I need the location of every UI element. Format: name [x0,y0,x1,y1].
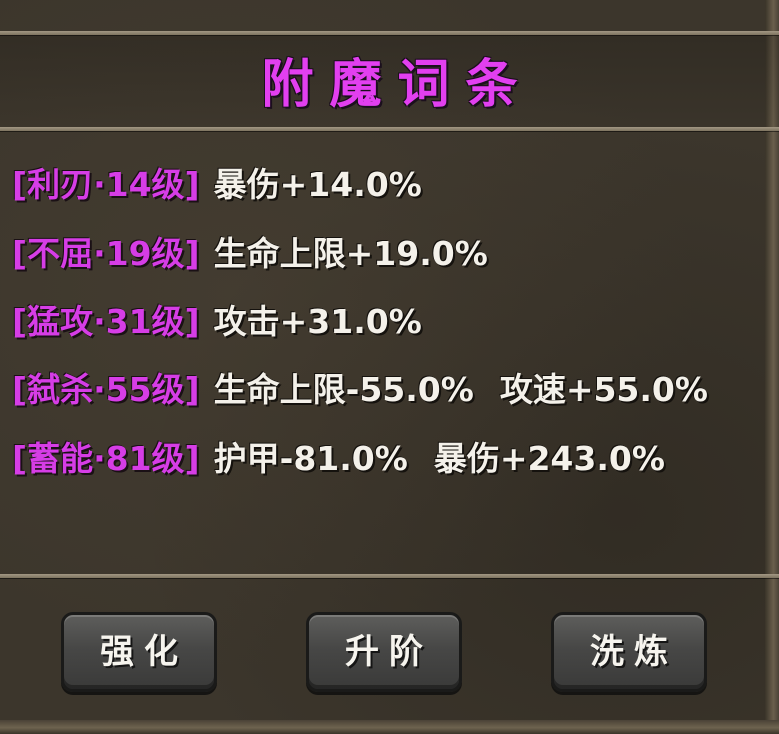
enhance-button[interactable]: 强化 [61,612,217,692]
affix-tag: [蓄能·81级] [12,439,200,478]
upgrade-button[interactable]: 升阶 [306,612,462,692]
affix-effect: 攻击+31.0% [213,302,422,341]
bottom-divider [0,574,779,578]
panel-frame-bottom [0,720,779,734]
reroll-button[interactable]: 洗炼 [551,612,707,692]
affix-tag: [利刃·14级] [12,165,200,204]
title-divider [0,127,779,131]
affix-effect-secondary: 攻速+55.0% [499,370,708,409]
panel-title: 附魔词条 [261,55,534,115]
affix-tag: [不屈·19级] [12,234,200,273]
affix-tag: [猛攻·31级] [12,302,200,341]
affix-effect: 生命上限+19.0% [213,234,488,273]
affix-effect: 暴伤+14.0% [213,165,422,204]
affix-row-5: [蓄能·81级] 护甲-81.0% 暴伤+243.0% [12,436,665,482]
affix-effect: 护甲-81.0% [213,439,408,478]
affix-tag: [弑杀·55级] [12,370,200,409]
affix-effect: 生命上限-55.0% [213,370,474,409]
affix-row-1: [利刃·14级] 暴伤+14.0% [12,162,422,208]
affix-row-4: [弑杀·55级] 生命上限-55.0% 攻速+55.0% [12,367,708,413]
enchant-affix-panel: 附魔词条 [利刃·14级] 暴伤+14.0% [不屈·19级] 生命上限+19.0%… [0,0,779,734]
affix-row-2: [不屈·19级] 生命上限+19.0% [12,231,488,277]
affix-effect-secondary: 暴伤+243.0% [433,439,665,478]
affix-row-3: [猛攻·31级] 攻击+31.0% [12,299,422,345]
